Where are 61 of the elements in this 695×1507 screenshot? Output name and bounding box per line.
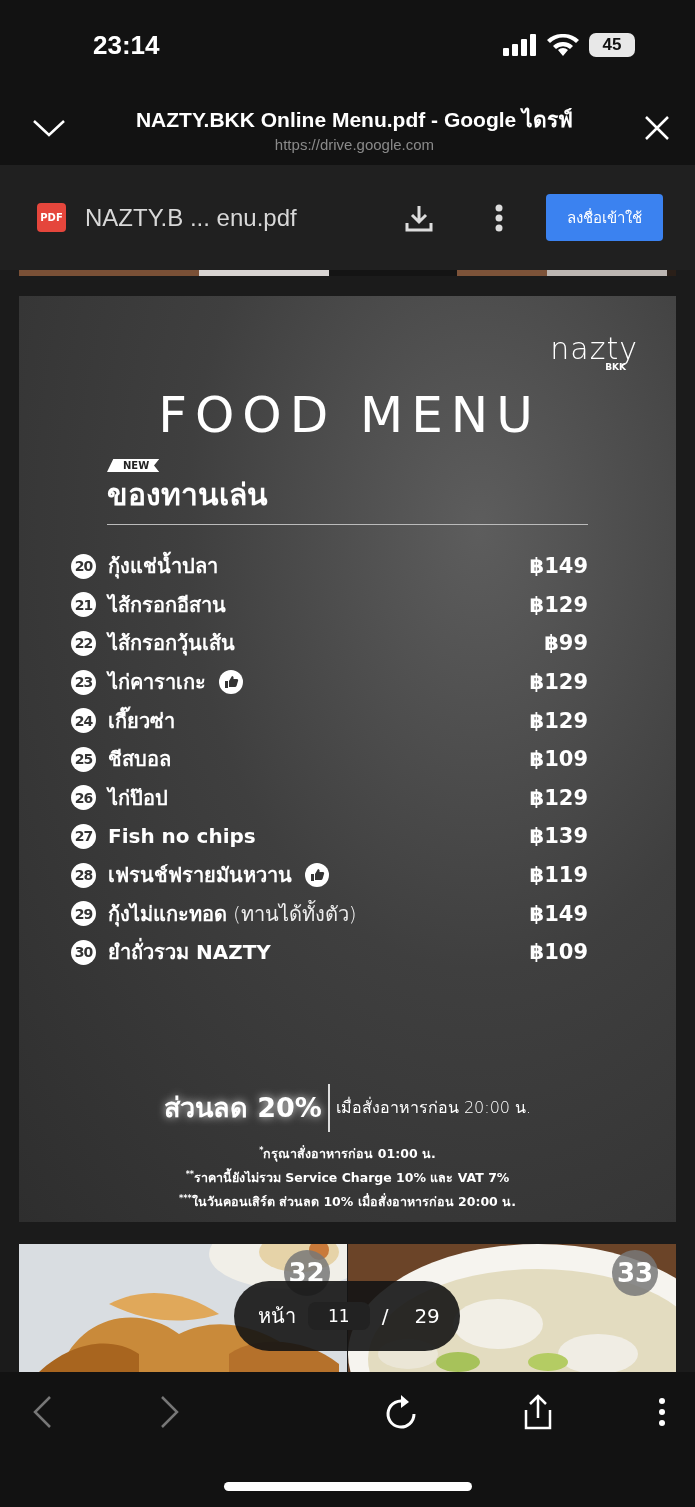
wifi-icon <box>547 34 579 56</box>
more-vertical-icon <box>494 203 504 232</box>
menu-title: FOOD MENU <box>157 386 542 444</box>
item-number: 22 <box>71 631 96 656</box>
item-name: ไก่คาราเกะ <box>108 669 206 697</box>
item-name: Fish no chips <box>108 824 256 849</box>
item-number: 21 <box>71 592 96 618</box>
battery-indicator: 45 <box>589 33 635 57</box>
footnote: $^{*}$กรุณาสั่งอาหารก่อน 01:00 น. <box>259 1144 436 1164</box>
item-number: 30 <box>71 939 96 965</box>
page-separator: / <box>381 1304 389 1328</box>
page-label: หน้า <box>258 1303 296 1330</box>
status-time: 23:14 <box>93 29 160 61</box>
item-number: 23 <box>71 669 96 695</box>
discount-text: ส่วนลด 20% <box>163 1083 330 1132</box>
item-name: ไส้กรอกอีสาน <box>108 591 226 619</box>
sign-in-button[interactable]: ลงชื่อเข้าใช้ <box>546 194 663 241</box>
item-price: ฿129 <box>529 708 588 733</box>
item-price: ฿139 <box>529 824 588 849</box>
item-name: เกี๊ยวซ่า <box>108 705 175 735</box>
item-number: 25 <box>71 746 96 772</box>
new-ribbon: NEW <box>107 459 160 472</box>
thumbs-up-icon <box>304 862 330 889</box>
item-price: ฿109 <box>529 747 588 772</box>
item-name: กุ้งไม่แกะทอด <box>108 900 227 929</box>
page-url: https://drive.google.com <box>274 135 435 153</box>
item-number: 26 <box>71 785 96 811</box>
page-total: 29 <box>414 1304 440 1328</box>
thumbs-up-icon <box>218 669 244 696</box>
footnote: $^{**}$ราคานี้ยังไม่รวม Service Charge 10% และ VAT 7% <box>185 1167 510 1187</box>
item-name: เฟรนช์ฟรายมันหวาน <box>108 862 292 890</box>
item-price: ฿99 <box>544 631 588 656</box>
item-price: ฿129 <box>529 670 588 695</box>
item-note: (ทานได้ทั้งตัว) <box>233 899 357 928</box>
item-number: 24 <box>71 708 96 734</box>
file-name: NAZTY.B ... enu.pdf <box>85 203 298 232</box>
item-number: 20 <box>71 553 96 579</box>
discount-condition: เมื่อสั่งอาหารก่อน 20:00 น. <box>335 1096 532 1120</box>
item-number: 27 <box>71 823 96 849</box>
logo-subtitle: BKK <box>605 363 626 372</box>
item-price: ฿119 <box>529 863 588 888</box>
item-name: ไส้กรอกวุ้นเส้น <box>108 630 235 658</box>
item-price: ฿129 <box>529 785 588 810</box>
pdf-file-icon: PDF <box>37 203 66 232</box>
section-title: ของทานเล่น <box>107 476 269 514</box>
item-number: 29 <box>71 901 96 927</box>
page-number-field[interactable]: 11 <box>308 1302 370 1330</box>
page-title: NAZTY.BKK Online Menu.pdf - Google ไดรฟ์ <box>135 106 574 133</box>
footnote: $^{***}$ในวันคอนเสิร์ต ส่วนลด 10% เมื่อสั่งอาหารก่อน 20:00 น. <box>179 1192 516 1211</box>
item-name: ไก่ป๊อป <box>108 784 168 812</box>
item-name: กุ้งแช่น้ำปลา <box>108 550 218 583</box>
item-price: ฿149 <box>529 901 588 926</box>
signal-icon <box>503 34 537 56</box>
item-price: ฿149 <box>529 554 588 579</box>
logo: nazty <box>550 334 638 364</box>
item-price: ฿109 <box>529 940 588 965</box>
item-name: ชีสบอล <box>108 746 171 774</box>
item-price: ฿129 <box>529 592 588 617</box>
item-number: 28 <box>71 862 96 888</box>
item-name: ยำถั่วรวม NAZTY <box>108 937 271 967</box>
more-vertical-icon <box>658 1397 666 1427</box>
